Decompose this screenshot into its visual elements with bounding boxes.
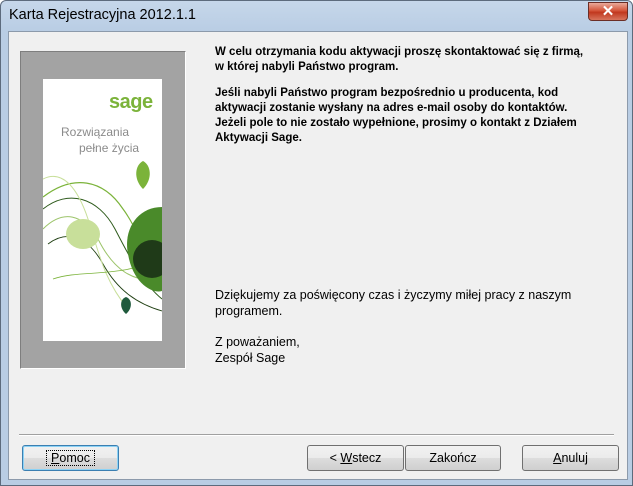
brand-card: sage Rozwiązania pełne życia: [43, 79, 162, 341]
tagline-line1: Rozwiązania: [61, 125, 130, 139]
help-button[interactable]: Pomoc: [22, 445, 119, 471]
thanks-line1: Dziękujemy za poświęcony czas i życzymy …: [215, 288, 572, 302]
brand-panel: sage Rozwiązania pełne życia: [20, 51, 186, 369]
sage-logo: sage: [109, 91, 153, 113]
close-icon: ✕: [601, 3, 615, 20]
message-para2-line2: aktywacji zostanie wysłany na adres e-ma…: [215, 102, 568, 114]
back-button[interactable]: < Wstecz: [307, 445, 404, 471]
closing-line2: Zespół Sage: [215, 351, 286, 365]
title-bar[interactable]: Karta Rejestracyjna 2012.1.1 ✕: [1, 1, 632, 31]
small-teal-drop: [121, 297, 131, 314]
message-para2-line1: Jeśli nabyli Państwo program bezpośredni…: [215, 87, 559, 99]
green-drop-shape: [136, 161, 150, 189]
help-button-label: Pomoc: [46, 450, 95, 466]
closing-line1: Z poważaniem,: [215, 335, 300, 349]
cancel-button[interactable]: Anuluj: [522, 445, 619, 471]
cancel-button-label: Anuluj: [553, 451, 588, 465]
finish-button-label: Zakończ: [429, 451, 477, 465]
light-green-circle: [66, 219, 100, 249]
dialog-client-area: sage Rozwiązania pełne życia W celu otrz…: [8, 31, 628, 480]
back-button-label: < Wstecz: [329, 451, 382, 465]
window-title: Karta Rejestracyjna 2012.1.1: [9, 7, 196, 23]
thanks-line2: programem.: [215, 304, 283, 318]
message-para2-line4: Aktywacji Sage.: [215, 132, 302, 144]
message-para1-line1: W celu otrzymania kodu aktywacji proszę …: [215, 46, 584, 58]
close-button[interactable]: ✕: [588, 2, 628, 21]
decorative-swirls: [43, 161, 162, 314]
finish-button[interactable]: Zakończ: [405, 445, 501, 471]
dialog-window: Karta Rejestracyjna 2012.1.1 ✕ sage Rozw…: [0, 0, 633, 486]
tagline-line2: pełne życia: [79, 141, 140, 155]
message-para2-line3: Jeżeli pole to nie zostało wypełnione, p…: [215, 117, 577, 129]
button-separator: [19, 434, 614, 436]
message-para1-line2: w której nabyli Państwo program.: [215, 61, 399, 73]
